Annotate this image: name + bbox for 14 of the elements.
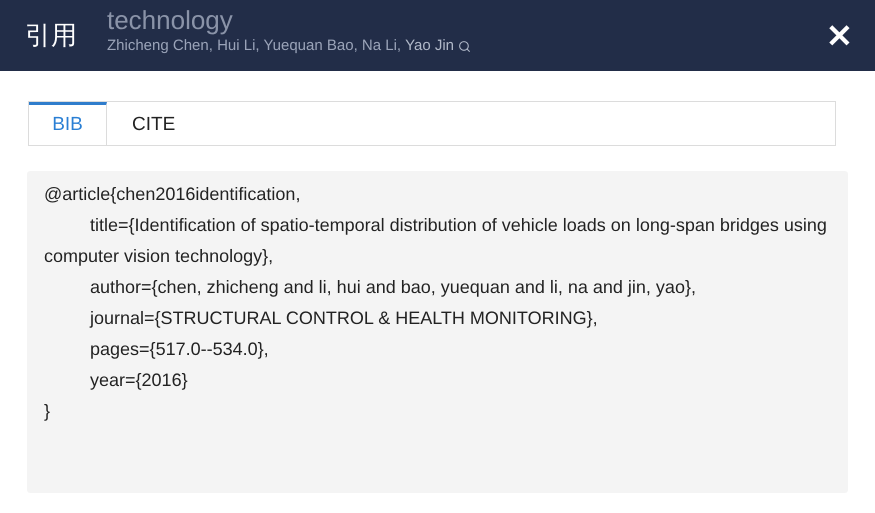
citation-line: @article{chen2016identification, (44, 183, 302, 206)
citation-line: author={chen, zhicheng and li, hui and bao, yuequan and li, na and jin, yao}, (89, 276, 697, 299)
author-name: Yao Jin (405, 36, 454, 56)
page-title-text: technology (107, 5, 234, 36)
citation-line: year={2016} (89, 369, 189, 392)
tab[interactable]: BIB (29, 102, 107, 145)
author-list: Zhicheng Chen, Hui Li, Yuequan Bao, Na Li, (107, 35, 402, 58)
dialog-title: 引用 (25, 19, 77, 52)
citation-line: journal={STRUCTURAL CONTROL & HEALTH MONITORING}, (88, 307, 599, 330)
citation-line: pages={517.0--534.0}, (89, 338, 270, 361)
search-icon (458, 40, 472, 53)
close-button[interactable]: ✕ (826, 20, 853, 52)
citation-line: } (44, 400, 52, 423)
tab[interactable]: CITE (107, 102, 200, 145)
